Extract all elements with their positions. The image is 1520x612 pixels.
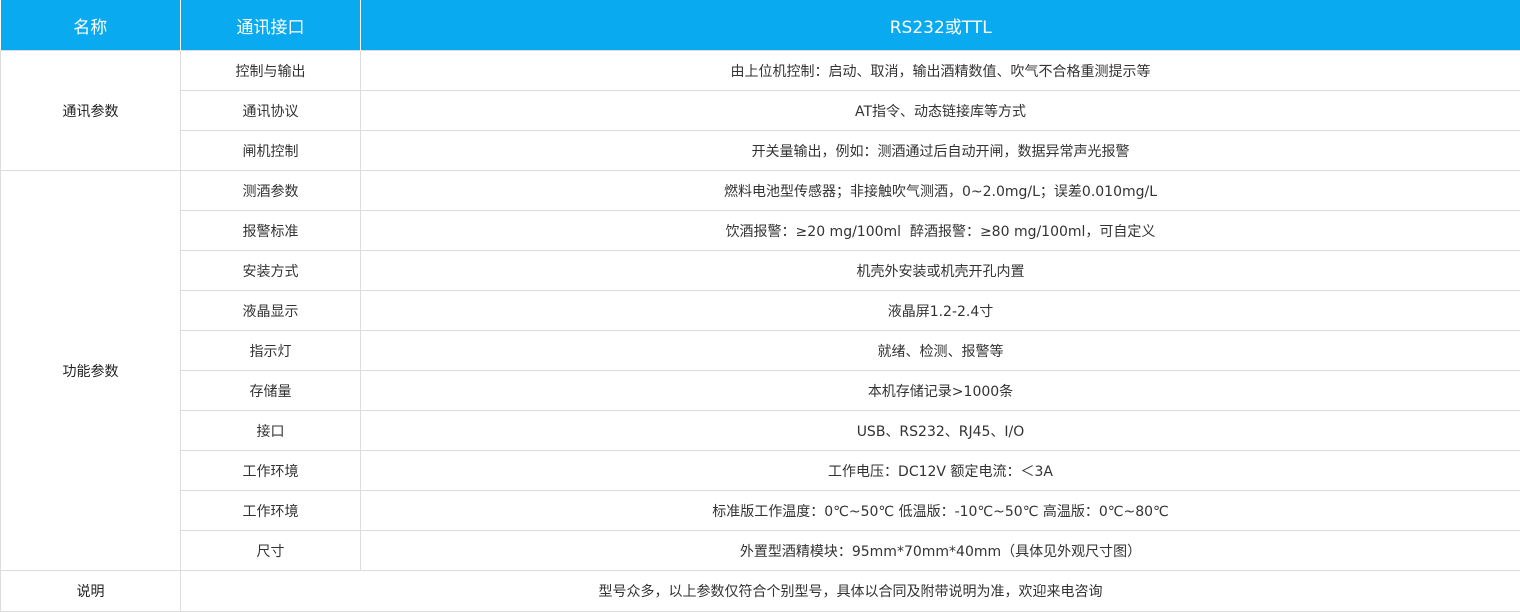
table-row: 功能参数 测酒参数 燃料电池型传感器；非接触吹气测酒，0~2.0mg/L；误差0… [0,170,1520,571]
header-interface: 通讯接口 [180,0,361,51]
spec-table: 名称 通讯接口 RS232或TTL 通讯参数 控制与输出 由上位机控制：启动、取… [0,0,1520,612]
table-row: 通讯协议 AT指令、动态链接库等方式 [1,90,1520,131]
row-value: 机壳外安装或机壳开孔内置 [360,250,1520,291]
row-name: 工作环境 [180,450,361,491]
row-value: AT指令、动态链接库等方式 [360,90,1520,131]
table-row: 工作环境 工作电压：DC12V 额定电流：＜3A [1,450,1520,491]
row-name: 液晶显示 [180,290,361,331]
row-name: 安装方式 [180,250,361,291]
row-value: 工作电压：DC12V 额定电流：＜3A [360,450,1520,491]
table-row: 指示灯 就绪、检测、报警等 [1,330,1520,371]
row-name: 指示灯 [180,330,361,371]
table-row: 尺寸 外置型酒精模块：95mm*70mm*40mm（具体见外观尺寸图） [1,530,1520,571]
table-row: 工作环境 标准版工作温度：0℃~50℃ 低温版：-10℃~50℃ 高温版：0℃~… [1,490,1520,531]
header-value: RS232或TTL [360,0,1520,51]
row-value: 外置型酒精模块：95mm*70mm*40mm（具体见外观尺寸图） [360,530,1520,571]
row-value: 就绪、检测、报警等 [360,330,1520,371]
row-value: 由上位机控制：启动、取消，输出酒精数值、吹气不合格重测提示等 [360,50,1520,91]
row-name: 存储量 [180,370,361,411]
table-row: 液晶显示 液晶屏1.2-2.4寸 [1,290,1520,331]
table-row: 闸机控制 开关量输出，例如：测酒通过后自动开闸，数据异常声光报警 [1,130,1520,171]
row-value: 标准版工作温度：0℃~50℃ 低温版：-10℃~50℃ 高温版：0℃~80℃ [360,490,1520,531]
row-name: 控制与输出 [180,50,361,91]
group-note: 说明 [0,570,181,612]
row-name: 通讯协议 [180,90,361,131]
row-name: 测酒参数 [180,170,361,211]
group-function: 功能参数 [0,170,181,571]
row-name: 接口 [180,410,361,451]
row-value: 开关量输出，例如：测酒通过后自动开闸，数据异常声光报警 [360,130,1520,171]
row-value: USB、RS232、RJ45、I/O [360,410,1520,451]
table-body: 通讯参数 控制与输出 由上位机控制：启动、取消，输出酒精数值、吹气不合格重测提示… [0,50,1520,612]
table-row: 存储量 本机存储记录>1000条 [1,370,1520,411]
table-row: 报警标准 饮酒报警：≥20 mg/100ml 醉酒报警：≥80 mg/100ml… [1,210,1520,251]
row-value: 本机存储记录>1000条 [360,370,1520,411]
row-value: 燃料电池型传感器；非接触吹气测酒，0~2.0mg/L；误差0.010mg/L [360,170,1520,211]
header-name: 名称 [0,0,181,51]
group-communication: 通讯参数 [0,50,181,171]
note-text: 型号众多，以上参数仅符合个别型号，具体以合同及附带说明为准，欢迎来电咨询 [180,570,1520,612]
row-value: 液晶屏1.2-2.4寸 [360,290,1520,331]
row-name: 报警标准 [180,210,361,251]
table-header: 名称 通讯接口 RS232或TTL [0,0,1520,51]
table-row: 通讯参数 控制与输出 由上位机控制：启动、取消，输出酒精数值、吹气不合格重测提示… [0,50,1520,171]
row-name: 工作环境 [180,490,361,531]
header-row: 名称 通讯接口 RS232或TTL [0,0,1520,51]
row-value: 饮酒报警：≥20 mg/100ml 醉酒报警：≥80 mg/100ml，可自定义 [360,210,1520,251]
row-name: 尺寸 [180,530,361,571]
table-row: 安装方式 机壳外安装或机壳开孔内置 [1,250,1520,291]
row-name: 闸机控制 [180,130,361,171]
table-row: 接口 USB、RS232、RJ45、I/O [1,410,1520,451]
note-row: 说明 型号众多，以上参数仅符合个别型号，具体以合同及附带说明为准，欢迎来电咨询 [0,570,1520,612]
